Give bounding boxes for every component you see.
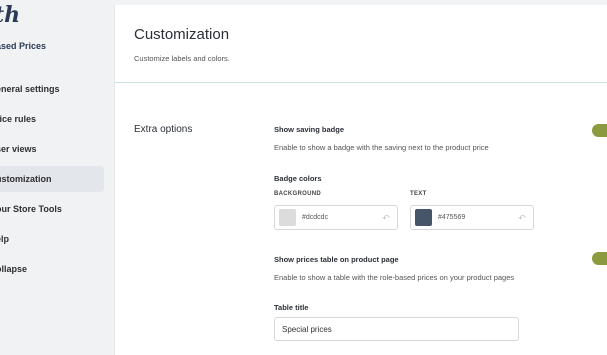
plugin-name: ased Prices	[0, 41, 47, 51]
page-title: Customization	[134, 26, 230, 43]
saving-badge-description: Enable to show a badge with the saving n…	[274, 143, 489, 152]
saving-badge-toggle[interactable]	[592, 124, 607, 137]
prices-table-toggle[interactable]	[592, 252, 607, 265]
table-title-input[interactable]	[274, 317, 519, 341]
background-label: BACKGROUND	[274, 191, 321, 197]
sidebar-item-label: ustomization	[0, 174, 52, 184]
background-color-value: #dcdcdc	[302, 214, 329, 221]
sidebar-item-customization[interactable]: ustomization	[0, 166, 104, 192]
sidebar-item-label: ollapse	[0, 264, 28, 274]
badge-colors-label: Badge colors	[274, 174, 322, 183]
text-swatch	[415, 209, 432, 226]
plugin-logo: th	[0, 2, 21, 28]
sidebar-item-label: elp	[0, 234, 10, 244]
background-swatch	[279, 209, 296, 226]
text-color-value: #475569	[438, 214, 466, 221]
sidebar-nav: eneral settings rice rules ser views ust…	[0, 76, 104, 286]
sidebar-item-price-rules[interactable]: rice rules	[0, 106, 104, 132]
text-color-picker[interactable]: #475569 ↶	[410, 205, 534, 230]
prices-table-description: Enable to show a table with the role-bas…	[274, 273, 515, 282]
prices-table-label: Show prices table on product page	[274, 255, 399, 264]
main-panel: Customization Customize labels and color…	[114, 5, 607, 355]
background-color-picker[interactable]: #dcdcdc ↶	[274, 205, 398, 230]
page-subtitle: Customize labels and colors.	[134, 54, 230, 63]
sidebar-item-user-views[interactable]: ser views	[0, 136, 104, 162]
sidebar-item-general-settings[interactable]: eneral settings	[0, 76, 104, 102]
sidebar-item-label: our Store Tools	[0, 204, 62, 214]
saving-badge-label: Show saving badge	[274, 125, 345, 134]
sidebar-item-label: eneral settings	[0, 84, 60, 94]
sidebar-item-your-store-tools[interactable]: our Store Tools	[0, 196, 104, 222]
sidebar-item-label: rice rules	[0, 114, 37, 124]
text-color-label: TEXT	[410, 191, 427, 197]
sidebar: th ased Prices eneral settings rice rule…	[0, 0, 114, 355]
section-label: Extra options	[134, 124, 193, 135]
table-title-label: Table title	[274, 303, 309, 312]
reset-icon[interactable]: ↶	[381, 213, 391, 223]
reset-icon[interactable]: ↶	[517, 213, 527, 223]
sidebar-item-label: ser views	[0, 144, 37, 154]
sidebar-item-collapse[interactable]: ollapse	[0, 256, 104, 282]
page-header: Customization Customize labels and color…	[115, 5, 607, 83]
sidebar-item-help[interactable]: elp	[0, 226, 104, 252]
